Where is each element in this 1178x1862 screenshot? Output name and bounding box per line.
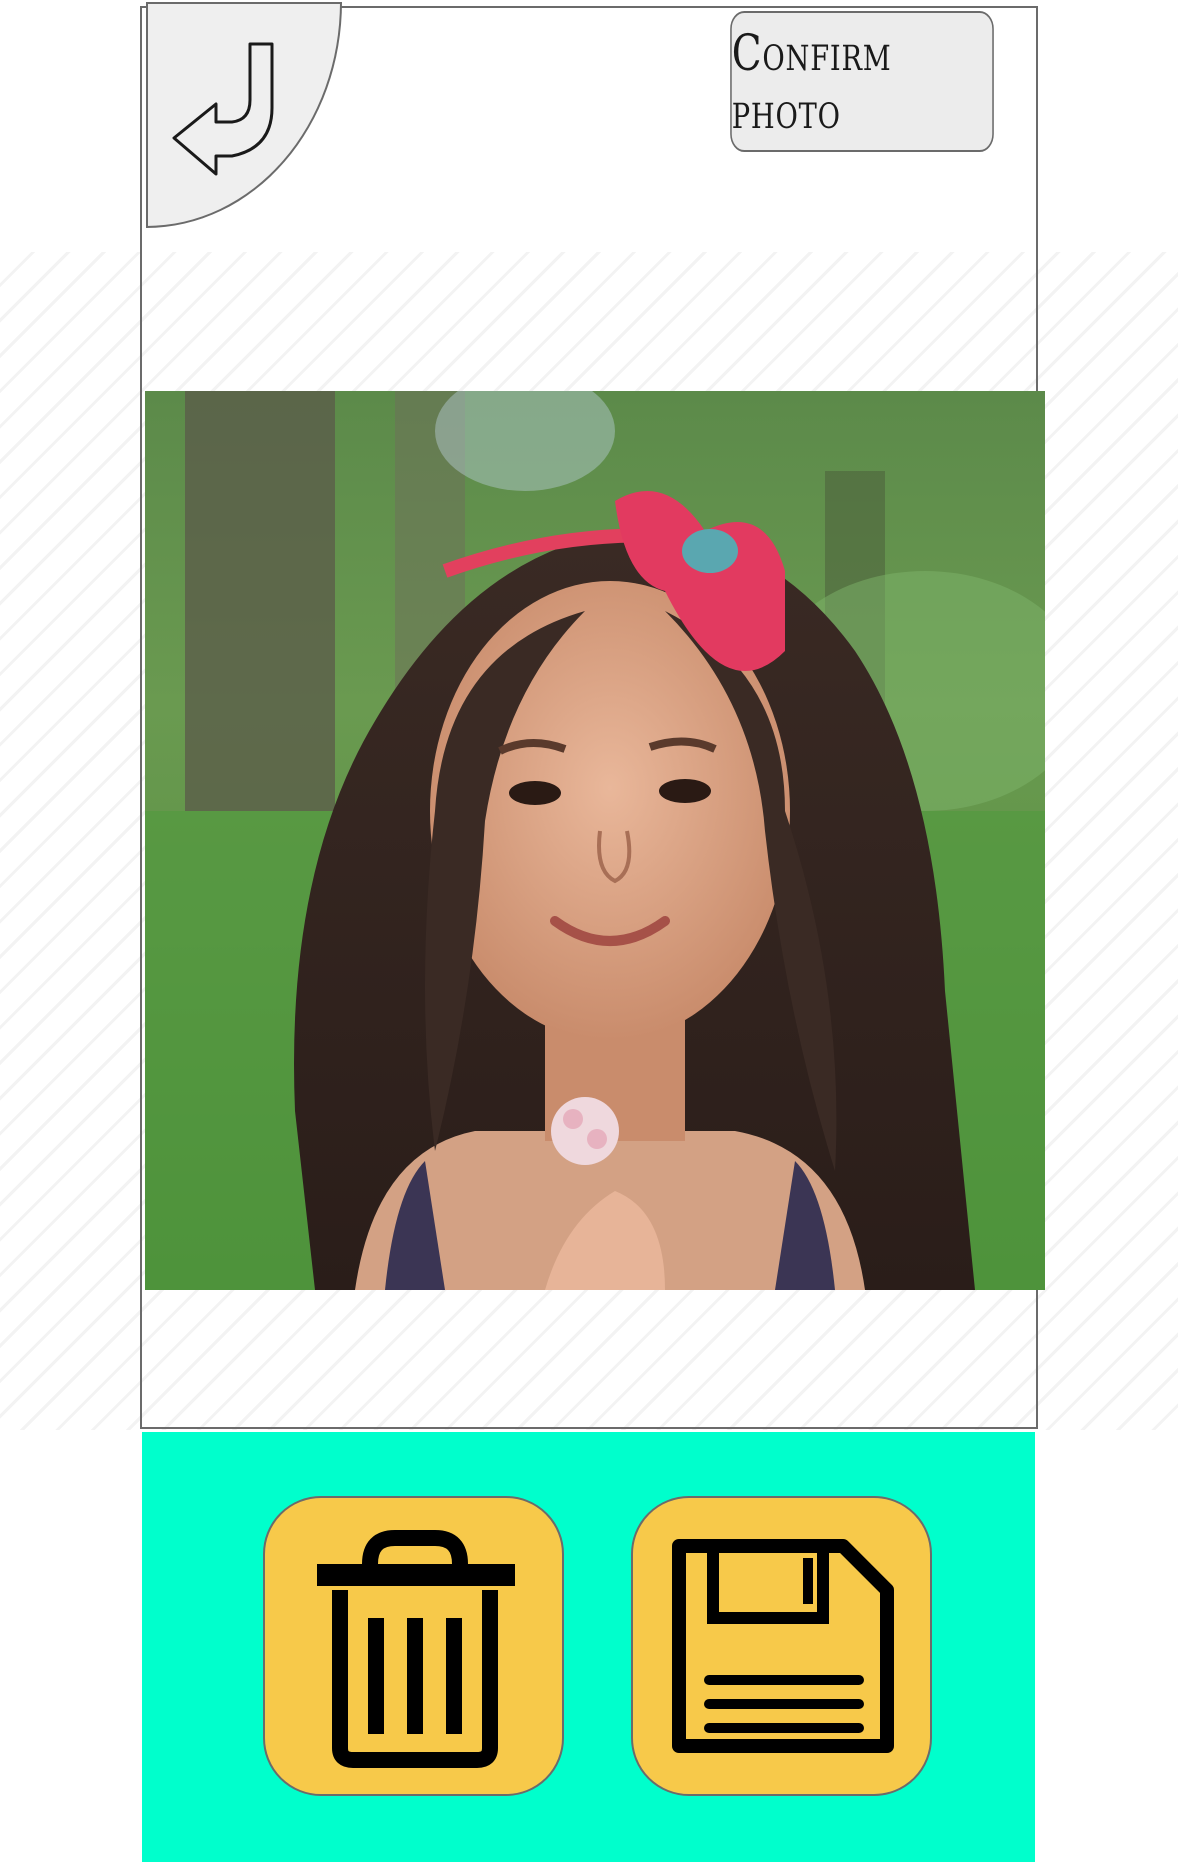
save-button[interactable] bbox=[631, 1496, 932, 1796]
return-arrow-icon bbox=[172, 42, 274, 176]
photo-preview bbox=[145, 391, 1045, 1290]
trash-icon bbox=[317, 1530, 515, 1768]
delete-button[interactable] bbox=[263, 1496, 564, 1796]
confirm-photo-button[interactable]: Confirm photo bbox=[730, 11, 994, 152]
floppy-disk-icon bbox=[672, 1539, 894, 1753]
